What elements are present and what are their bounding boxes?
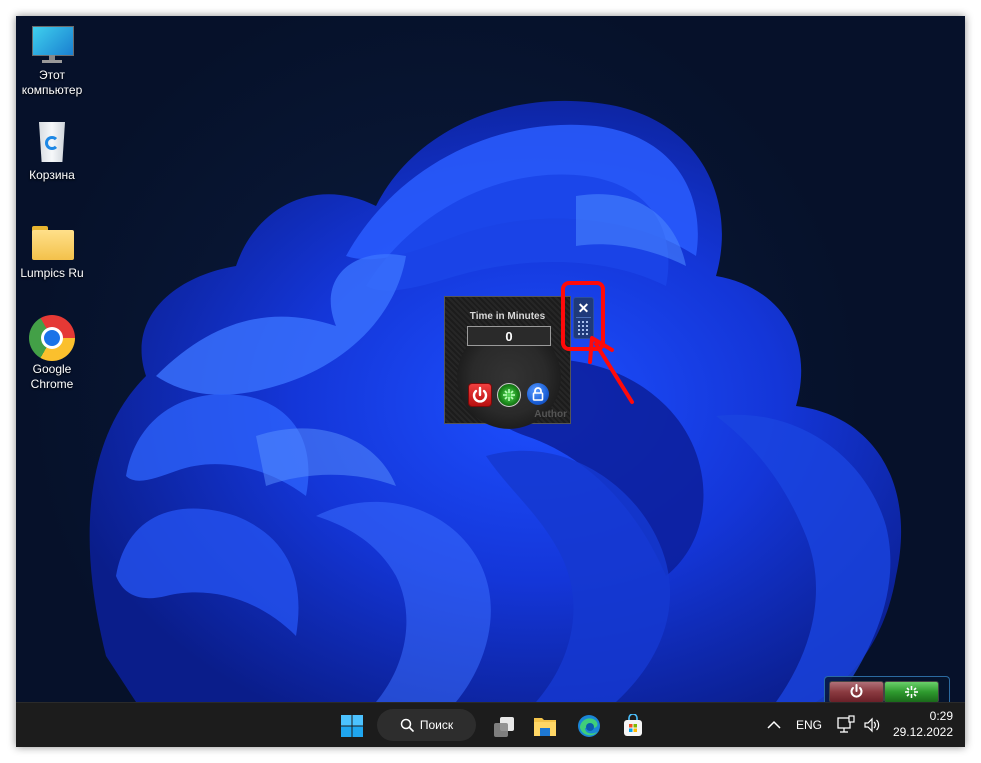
restart-icon: [905, 686, 918, 698]
clock-date: 29.12.2022: [892, 725, 953, 739]
network-button[interactable]: [836, 715, 856, 735]
task-view-button[interactable]: [486, 708, 522, 744]
clock-time: 0:29: [929, 709, 953, 723]
annotation-highlight-box: [561, 281, 605, 351]
desktop-screen: Этот компьютер Корзина Lumpics Ru Google…: [16, 16, 965, 747]
desktop-icon-this-pc[interactable]: Этот компьютер: [16, 24, 90, 98]
chevron-up-icon: [767, 720, 781, 729]
desktop-icon-label: Google Chrome: [30, 362, 74, 391]
restart-button[interactable]: [497, 383, 521, 407]
store-icon: [624, 714, 642, 736]
search-box[interactable]: Поиск: [377, 709, 476, 741]
chrome-icon: [28, 314, 76, 362]
search-label: Поиск: [419, 718, 454, 732]
desktop-icon-label: Lumpics Ru: [20, 266, 84, 280]
network-icon: [837, 715, 855, 733]
file-explorer-icon: [534, 718, 556, 736]
author-link[interactable]: Author: [534, 409, 567, 420]
folder-icon: [28, 218, 76, 266]
desktop-icon-lumpics-folder[interactable]: Lumpics Ru: [16, 218, 90, 281]
mini-restart-button[interactable]: [884, 681, 939, 703]
time-minutes-input[interactable]: 0: [467, 326, 551, 346]
desktop-icon-label: Этот компьютер: [21, 68, 83, 97]
edge-button[interactable]: [571, 708, 607, 744]
recycle-bin-icon: [28, 120, 76, 168]
power-icon: [472, 386, 488, 403]
shutdown-timer-gadget[interactable]: Time in Minutes 0 Author: [444, 296, 571, 429]
monitor-icon: [28, 24, 76, 72]
restart-icon: [503, 389, 515, 401]
task-view-icon: [494, 717, 514, 737]
show-hidden-icons-button[interactable]: [765, 715, 783, 735]
clock[interactable]: 0:29 29.12.2022: [893, 708, 953, 740]
desktop-icon-recycle-bin[interactable]: Корзина: [16, 120, 90, 183]
lock-icon: [532, 387, 544, 401]
start-icon: [341, 715, 363, 737]
desktop-icon-google-chrome[interactable]: Google Chrome: [16, 314, 90, 392]
file-explorer-button[interactable]: [527, 708, 563, 744]
mini-power-button[interactable]: [829, 681, 884, 703]
store-button[interactable]: [615, 708, 651, 744]
volume-icon: [864, 717, 880, 733]
edge-icon: [578, 715, 600, 737]
taskbar: Поиск ENG 0:29 29.12.2022: [16, 702, 965, 747]
search-icon: [400, 718, 414, 732]
language-indicator[interactable]: ENG: [796, 718, 822, 732]
lock-button[interactable]: [527, 383, 549, 405]
gadget-title: Time in Minutes: [469, 311, 546, 322]
start-button[interactable]: [334, 708, 370, 744]
volume-button[interactable]: [862, 715, 882, 735]
shutdown-button[interactable]: [468, 383, 492, 407]
desktop-icon-label: Корзина: [29, 168, 75, 182]
power-icon: [850, 684, 863, 698]
